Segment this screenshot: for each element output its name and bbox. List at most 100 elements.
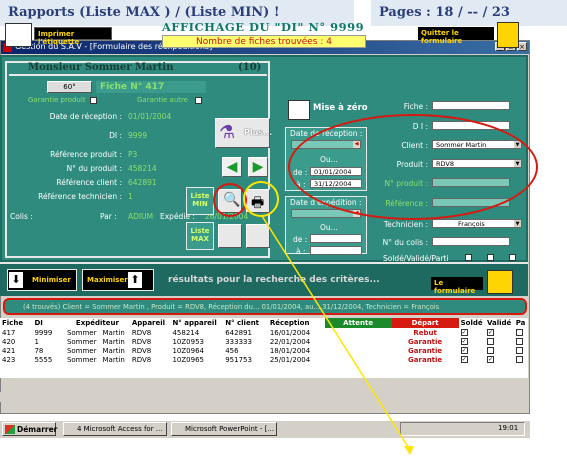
expedition-from-input[interactable] (310, 234, 362, 243)
cell-di: 5555 (34, 355, 53, 364)
col-depart[interactable]: Départ (391, 318, 459, 328)
filter-label-colis: N° du colis : (382, 238, 428, 247)
cell-no-client: 456 (225, 346, 239, 355)
print-label-icon[interactable] (5, 23, 32, 47)
next-record-button[interactable]: ▶ (248, 157, 268, 177)
sender-first-name: Martin (102, 355, 125, 364)
filter-label-technicien: Technicien : (383, 220, 428, 229)
arrow-down-icon: ⬇ (9, 272, 23, 288)
solde-checkbox[interactable]: ✓ (460, 338, 468, 345)
pa-checkbox[interactable] (515, 338, 523, 345)
table-row[interactable]: 420 1 Sommer Martin RDV8 10Z0953 333333 22/01/2… (0, 337, 528, 346)
horizontal-scrollbar[interactable] (0, 392, 528, 402)
maximize-results-button[interactable]: Maximiser (82, 269, 154, 291)
pa-checkbox[interactable] (515, 347, 523, 354)
table-row[interactable]: 417 9999 Sommer Martin RDV8 458214 642891 16/01… (0, 328, 528, 337)
filter-solde-checkbox[interactable] (465, 254, 472, 261)
min-print-highlight (243, 181, 279, 217)
exit-door-icon-2[interactable] (487, 270, 513, 294)
taskbar-access[interactable]: 4 Microsoft Access for ... (63, 422, 167, 436)
warranty-other-checkbox[interactable] (195, 97, 202, 104)
col-valide[interactable]: Validé (485, 318, 514, 328)
valide-checkbox[interactable] (486, 338, 494, 345)
start-button[interactable]: Démarrer (2, 422, 57, 436)
card-divider (9, 74, 267, 76)
solde-checkbox[interactable]: ✓ (460, 356, 468, 363)
cell-no-appareil: 10Z0953 (172, 337, 204, 346)
filter-valide-checkbox[interactable] (487, 254, 494, 261)
table-header-row: Fiche DI Expéditeur Appareil N° appareil… (0, 318, 528, 328)
min-preview-highlight (213, 183, 247, 217)
cell-attente (325, 346, 392, 355)
record-number: Fiche N° 417 (96, 81, 206, 93)
temperature-button[interactable]: 60° (47, 81, 92, 93)
cell-fiche: 420 (2, 337, 16, 346)
col-di[interactable]: DI (32, 318, 64, 328)
col-attente[interactable]: Attente (324, 318, 392, 328)
cell-valide (485, 337, 514, 346)
reset-button[interactable]: Mise à zéro (287, 99, 369, 121)
cell-depart: Garantie (408, 337, 443, 346)
cell-appareil: RDV8 (131, 337, 152, 346)
warranty-product-label: Garantie produit (28, 96, 86, 104)
more-details-button[interactable]: ⚗ Plus... (215, 118, 272, 148)
pa-checkbox[interactable] (515, 356, 523, 363)
valide-checkbox[interactable]: ✓ (486, 356, 494, 363)
col-pa[interactable]: Pa (514, 318, 528, 328)
exit-door-icon[interactable] (497, 22, 519, 48)
cell-valide: ✓ (485, 328, 514, 337)
solde-checkbox[interactable]: ✓ (460, 347, 468, 354)
previous-record-button[interactable]: ◀ (222, 157, 242, 177)
field-value-par: ADIUM (128, 212, 154, 221)
expedition-to-input[interactable] (310, 246, 362, 255)
cell-pa (514, 346, 528, 355)
liste-max-preview-button[interactable] (218, 224, 242, 248)
active-filter-summary: (4 trouvés) Client = Sommer Martin , Pro… (3, 298, 527, 315)
cell-reception: 22/01/2004 (269, 337, 311, 346)
print-label-button[interactable]: Imprimer l'étiquette (34, 27, 112, 46)
cell-pa (514, 337, 528, 346)
col-fiche[interactable]: Fiche (0, 318, 32, 328)
cell-pa (514, 355, 528, 364)
expedition-from-label: de : (293, 235, 308, 244)
cell-no-appareil: 10Z0965 (172, 355, 204, 364)
cell-reception: 16/01/2004 (269, 328, 311, 337)
filter-colis-input[interactable] (432, 237, 510, 246)
cell-depart: Rebut (413, 328, 437, 337)
cell-attente (325, 337, 392, 346)
clock: 19:01 (498, 424, 519, 432)
col-appareil[interactable]: Appareil (130, 318, 171, 328)
valide-checkbox[interactable] (486, 347, 494, 354)
pointer-arrowhead (404, 446, 414, 455)
quit-form-button[interactable]: Quitter le formulaire (418, 27, 494, 45)
col-no-appareil[interactable]: N° appareil (170, 318, 223, 328)
cell-no-client: 951753 (225, 355, 252, 364)
col-solde[interactable]: Soldé (459, 318, 485, 328)
field-label-client-ref: Référence client : (56, 178, 122, 187)
cell-expediteur: Sommer Martin (65, 337, 130, 346)
field-label-product-no: N° du produit : (66, 164, 122, 173)
liste-max-print-button[interactable] (246, 224, 270, 248)
solde-checkbox[interactable]: ✓ (460, 329, 468, 336)
sender-first-name: Martin (102, 346, 125, 355)
filter-parti-checkbox[interactable] (509, 254, 516, 261)
filter-technicien-select[interactable]: François ▼ (432, 219, 522, 228)
warranty-product-checkbox[interactable] (90, 97, 97, 104)
arrow-right-icon: ▶ (252, 159, 264, 175)
table-row[interactable]: 421 78 Sommer Martin RDV8 10Z0964 456 18/01/200… (0, 346, 528, 355)
taskbar-powerpoint[interactable]: Microsoft PowerPoint - [... (171, 422, 277, 436)
flask-icon: ⚗ (219, 122, 236, 143)
col-no-client[interactable]: N° client (223, 318, 268, 328)
valide-checkbox[interactable]: ✓ (486, 329, 494, 336)
expedition-or-label: Ou... (320, 223, 338, 232)
filter-fiche-input[interactable] (432, 101, 510, 110)
sender-first-name: Martin (102, 328, 125, 337)
cell-attente (325, 328, 392, 337)
cell-reception: 18/01/2004 (269, 346, 311, 355)
col-expediteur[interactable]: Expéditeur (65, 318, 130, 328)
table-row[interactable]: 423 5555 Sommer Martin RDV8 10Z0965 951753 25/0… (0, 355, 528, 364)
col-reception[interactable]: Réception (268, 318, 325, 328)
pa-checkbox[interactable] (515, 329, 523, 336)
cell-valide: ✓ (485, 355, 514, 364)
back-to-form-button[interactable]: Le formulaire (431, 277, 483, 295)
